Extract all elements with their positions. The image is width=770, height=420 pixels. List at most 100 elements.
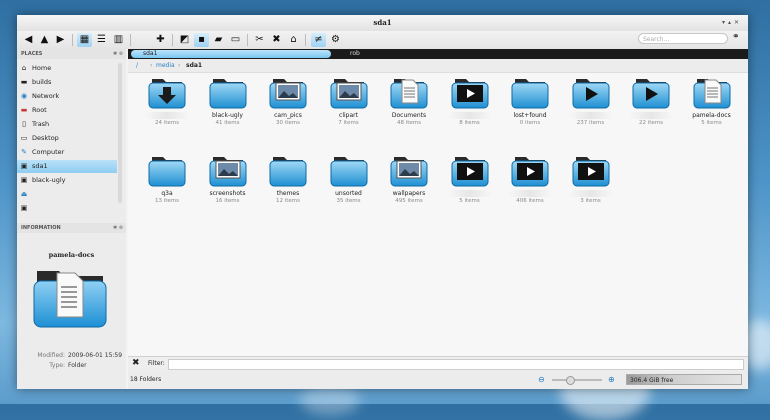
binoculars-icon[interactable]: ⚭: [732, 32, 740, 42]
file-item-count: 24 items: [154, 120, 180, 126]
video-folder-icon: [441, 153, 499, 189]
zoom-slider-handle[interactable]: [566, 376, 575, 385]
file-name: [447, 112, 492, 119]
file-item[interactable]: themes 12 items: [259, 153, 317, 204]
file-name: q3a: [161, 190, 173, 197]
root-folder-icon: ▬: [20, 106, 28, 114]
zoom-in-icon[interactable]: ⊕: [608, 371, 615, 389]
file-item[interactable]: 406 items: [501, 153, 559, 204]
free-space-indicator: 306.4 GiB free: [626, 374, 742, 385]
video-folder-icon: [562, 153, 620, 189]
file-item[interactable]: clipart 7 items: [320, 75, 378, 126]
chevron-right-icon: ›: [150, 62, 153, 69]
tab-rob[interactable]: rob: [338, 49, 360, 59]
up-icon[interactable]: ▲: [37, 33, 52, 47]
filter-bar: ✖ Filter:: [128, 356, 748, 371]
close-icon[interactable]: ✖: [132, 358, 140, 368]
zoom-slider[interactable]: [552, 379, 602, 381]
file-item[interactable]: screenshots 16 items: [199, 153, 257, 204]
trash-icon[interactable]: ⌂: [286, 33, 301, 47]
file-item[interactable]: 22 items: [622, 75, 680, 126]
breadcrumb: / › media › sda1: [128, 59, 748, 73]
filter-input[interactable]: [168, 359, 744, 370]
panel-close-icon[interactable]: ✱ ⊗: [113, 49, 123, 59]
details-view-icon[interactable]: ☰: [94, 33, 109, 47]
info-modified-key: Modified:: [37, 352, 65, 359]
file-item[interactable]: pamela-docs 5 items: [683, 75, 741, 126]
toolbar-separator: [247, 34, 248, 46]
sidebar-item-drive[interactable]: ▣: [17, 202, 117, 215]
sidebar-item-label: Computer: [32, 148, 65, 156]
window-buttons[interactable]: ▾▴✕: [722, 19, 742, 26]
preview-icon[interactable]: ◩: [177, 33, 192, 47]
cut-icon[interactable]: ✂: [252, 33, 267, 47]
breadcrumb-current[interactable]: sda1: [186, 59, 202, 72]
sidebar-item-label: Home: [32, 64, 52, 72]
toolbar-separator: [72, 34, 73, 46]
file-name: [447, 190, 492, 197]
trash-icon: ▯: [22, 120, 26, 128]
download-folder-icon: [138, 75, 196, 111]
file-item[interactable]: unsorted 35 items: [320, 153, 378, 204]
file-item[interactable]: 24 items: [138, 75, 196, 126]
delete-icon[interactable]: ✖: [269, 33, 284, 47]
file-item-count: 237 items: [576, 120, 605, 126]
file-name: lost+found: [513, 112, 547, 119]
open-folder-icon[interactable]: ▰: [211, 33, 226, 47]
window-title: sda1: [373, 18, 392, 27]
terminal-icon[interactable]: ▪: [194, 33, 209, 47]
sidebar-item-root[interactable]: ▬ Root: [17, 104, 117, 117]
image-folder-icon: [199, 153, 257, 189]
title-bar: sda1 ▾▴✕: [17, 15, 748, 31]
file-item[interactable]: lost+found 0 items: [501, 75, 559, 126]
file-item[interactable]: 3 items: [562, 153, 620, 204]
places-header-label: PLACES: [21, 51, 43, 57]
info-type-key: Type:: [49, 362, 65, 369]
file-item[interactable]: wallpapers 495 items: [380, 153, 438, 204]
file-item[interactable]: 5 items: [441, 153, 499, 204]
sidebar-item-drive[interactable]: ⏏: [17, 188, 117, 201]
file-item[interactable]: 8 items: [441, 75, 499, 126]
location-field[interactable]: sda1: [131, 50, 331, 58]
sidebar-item-computer[interactable]: ✎ Computer: [17, 146, 117, 159]
panel-close-icon[interactable]: ✱ ⊗: [113, 223, 123, 233]
sidebar-item-trash[interactable]: ▯ Trash: [17, 118, 117, 131]
info-modified: Modified: 2009-06-01 15:59: [17, 352, 126, 359]
file-name: clipart: [339, 112, 358, 119]
file-name: [145, 112, 189, 119]
file-item[interactable]: q3a 13 items: [138, 153, 196, 204]
folder-icon: [320, 153, 378, 189]
file-name: [508, 190, 552, 197]
drive-icon: ▣: [20, 162, 28, 170]
filter-icon[interactable]: ≠: [311, 33, 326, 47]
image-folder-icon: [380, 153, 438, 189]
search-input[interactable]: Search...: [638, 33, 728, 44]
file-item-count: 22 items: [638, 120, 664, 126]
info-type-value: Folder: [68, 362, 87, 369]
file-item[interactable]: black-ugly 41 items: [199, 75, 257, 126]
folder-icon: [501, 75, 559, 111]
sidebar-scrollbar[interactable]: [118, 63, 122, 203]
file-item[interactable]: cam_pics 30 items: [259, 75, 317, 126]
sidebar-item-builds[interactable]: ▬ builds: [17, 76, 117, 89]
image-folder-icon: [259, 75, 317, 111]
breadcrumb-media[interactable]: media: [156, 59, 175, 72]
settings-icon[interactable]: ⚙: [328, 33, 343, 47]
breadcrumb-root[interactable]: /: [136, 59, 138, 72]
sidebar-item-desktop[interactable]: ▭ Desktop: [17, 132, 117, 145]
sidebar-item-network[interactable]: ◉ Network: [17, 90, 117, 103]
zoom-out-icon[interactable]: ⊖: [538, 371, 545, 389]
sidebar-item-home[interactable]: ⌂ Home: [17, 62, 117, 75]
file-name: [629, 112, 673, 119]
back-icon[interactable]: ◀: [21, 33, 36, 47]
split-view-icon[interactable]: ▭: [228, 33, 243, 47]
new-tab-icon[interactable]: ✚: [153, 33, 168, 47]
sidebar-item-black-ugly[interactable]: ▣ black-ugly: [17, 174, 117, 187]
columns-view-icon[interactable]: ▥: [111, 33, 126, 47]
file-item[interactable]: 237 items: [562, 75, 620, 126]
file-name: unsorted: [335, 190, 362, 197]
file-item[interactable]: Documents 48 items: [380, 75, 438, 126]
forward-icon[interactable]: ▶: [53, 33, 68, 47]
icon-view-icon[interactable]: ▦: [77, 33, 92, 47]
sidebar-item-sda1[interactable]: ▣ sda1: [17, 160, 117, 173]
